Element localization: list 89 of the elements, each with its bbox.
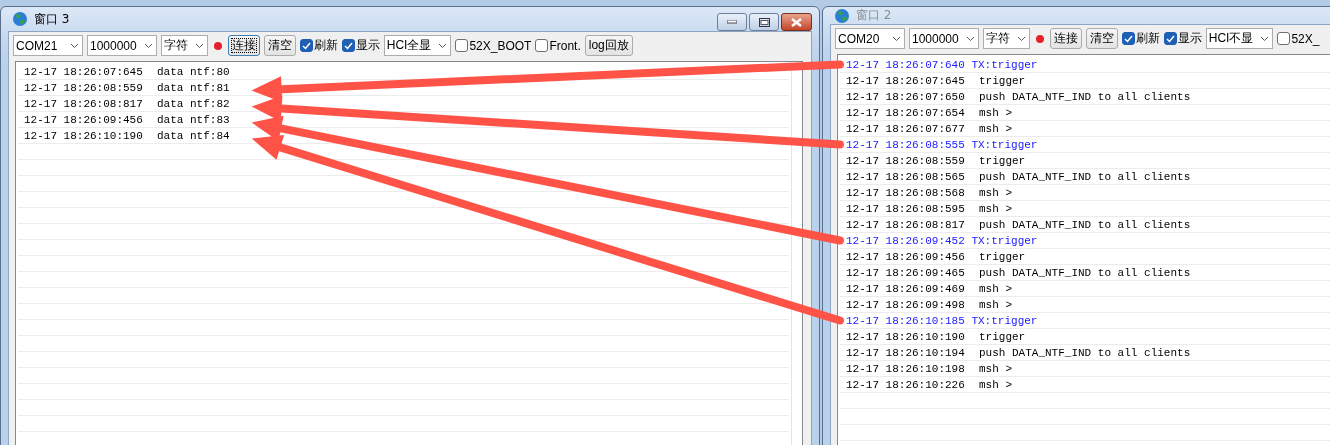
log-message: msh > — [979, 282, 1012, 295]
log-message: push DATA_NTF_IND to all clients — [979, 90, 1191, 103]
caret-icon — [1016, 35, 1026, 42]
log-line: 12-17 18:26:09:452 TX:trigger — [846, 234, 1038, 247]
button[interactable]: 连接 — [227, 35, 260, 56]
dropdown[interactable]: 字符 — [160, 35, 208, 56]
timestamp: 12-17 18:26:10:226 — [846, 378, 966, 391]
button[interactable]: log回放 — [584, 35, 633, 56]
timestamp: 12-17 18:26:09:456 — [24, 113, 144, 126]
checkbox[interactable]: 刷新 — [1121, 30, 1160, 47]
close-button[interactable] — [781, 13, 812, 31]
log-message: msh > — [979, 106, 1012, 119]
timestamp: 12-17 18:26:07:645 — [24, 65, 144, 78]
dropdown[interactable]: HCI全显 — [383, 35, 452, 56]
timestamp: 12-17 18:26:07:654 — [846, 106, 966, 119]
log-message: trigger — [979, 330, 1026, 343]
globe-icon — [834, 7, 850, 24]
log-message: push DATA_NTF_IND to all clients — [979, 266, 1191, 279]
log-message: trigger — [979, 74, 1026, 87]
button[interactable]: 连接 — [1049, 28, 1082, 49]
minimize-icon — [727, 20, 737, 24]
log-message: data ntf:80 — [157, 65, 230, 78]
log-message: msh > — [979, 186, 1012, 199]
checkbox[interactable]: 52X_ — [1277, 31, 1320, 46]
checkbox[interactable]: Front. — [535, 38, 581, 53]
log-message: data ntf:83 — [157, 113, 230, 126]
caret-icon — [965, 35, 975, 42]
timestamp: 12-17 18:26:08:559 — [24, 81, 144, 94]
timestamp: 12-17 18:26:08:565 — [846, 170, 966, 183]
checkmark-icon — [1123, 34, 1133, 43]
log-message: trigger — [979, 154, 1026, 167]
dropdown[interactable]: 1000000 — [909, 28, 979, 49]
log-message: data ntf:81 — [157, 81, 230, 94]
timestamp: 12-17 18:26:07:645 — [846, 74, 966, 87]
log-message: push DATA_NTF_IND to all clients — [979, 170, 1191, 183]
checkmark-icon — [301, 41, 311, 50]
timestamp: 12-17 18:26:09:465 — [846, 266, 966, 279]
log-message: push DATA_NTF_IND to all clients — [979, 218, 1191, 231]
caret-icon — [70, 42, 79, 49]
timestamp: 12-17 18:26:08:817 — [846, 218, 966, 231]
log-line: 12-17 18:26:08:555 TX:trigger — [846, 138, 1038, 151]
caret-icon — [1260, 35, 1270, 42]
timestamp: 12-17 18:26:10:194 — [846, 346, 966, 359]
timestamp: 12-17 18:26:07:650 — [846, 90, 966, 103]
timestamp: 12-17 18:26:07:677 — [846, 122, 966, 135]
log-message: push DATA_NTF_IND to all clients — [979, 346, 1191, 359]
caret-icon — [438, 42, 448, 49]
checkbox[interactable]: 显示 — [341, 37, 380, 54]
log-message: trigger — [979, 250, 1026, 263]
timestamp: 12-17 18:26:08:817 — [24, 97, 144, 110]
log-message: msh > — [979, 202, 1012, 215]
log-message: data ntf:84 — [157, 129, 230, 142]
dropdown[interactable]: 1000000 — [87, 35, 157, 56]
log-message: msh > — [979, 122, 1012, 135]
button[interactable]: 清空 — [1085, 28, 1118, 49]
window-title: 窗口 3 — [34, 10, 70, 28]
globe-icon — [12, 11, 28, 27]
checkbox[interactable]: 52X_BOOT — [455, 38, 532, 53]
timestamp: 12-17 18:26:08:568 — [846, 186, 966, 199]
timestamp: 12-17 18:26:10:190 — [24, 129, 144, 142]
log-message: data ntf:82 — [157, 97, 230, 110]
log-message: msh > — [979, 362, 1012, 375]
checkbox[interactable]: 刷新 — [299, 37, 338, 54]
checkmark-icon — [343, 41, 353, 50]
caret-icon — [143, 42, 153, 49]
timestamp: 12-17 18:26:10:198 — [846, 362, 966, 375]
dropdown[interactable]: COM20 — [835, 28, 905, 49]
dropdown[interactable]: HCI不显 — [1205, 28, 1274, 49]
log-message: msh > — [979, 378, 1012, 391]
maximize-icon — [758, 17, 770, 27]
log-message: msh > — [979, 298, 1012, 311]
timestamp: 12-17 18:26:09:456 — [846, 250, 966, 263]
dropdown[interactable]: 字符 — [982, 28, 1030, 49]
maximize-button[interactable] — [749, 13, 779, 31]
caret-icon — [194, 42, 204, 49]
timestamp: 12-17 18:26:08:595 — [846, 202, 966, 215]
log-line: 12-17 18:26:10:185 TX:trigger — [846, 314, 1038, 327]
checkmark-icon — [1165, 34, 1175, 43]
checkbox[interactable]: 显示 — [1163, 30, 1202, 47]
caret-icon — [892, 35, 901, 42]
timestamp: 12-17 18:26:09:498 — [846, 298, 966, 311]
dropdown[interactable]: COM21 — [13, 35, 83, 56]
timestamp: 12-17 18:26:08:559 — [846, 154, 966, 167]
timestamp: 12-17 18:26:10:190 — [846, 330, 966, 343]
close-icon — [791, 17, 802, 27]
button[interactable]: 清空 — [263, 35, 296, 56]
timestamp: 12-17 18:26:09:469 — [846, 282, 966, 295]
log-line: 12-17 18:26:07:640 TX:trigger — [846, 58, 1038, 71]
window-title: 窗口 2 — [856, 7, 892, 24]
